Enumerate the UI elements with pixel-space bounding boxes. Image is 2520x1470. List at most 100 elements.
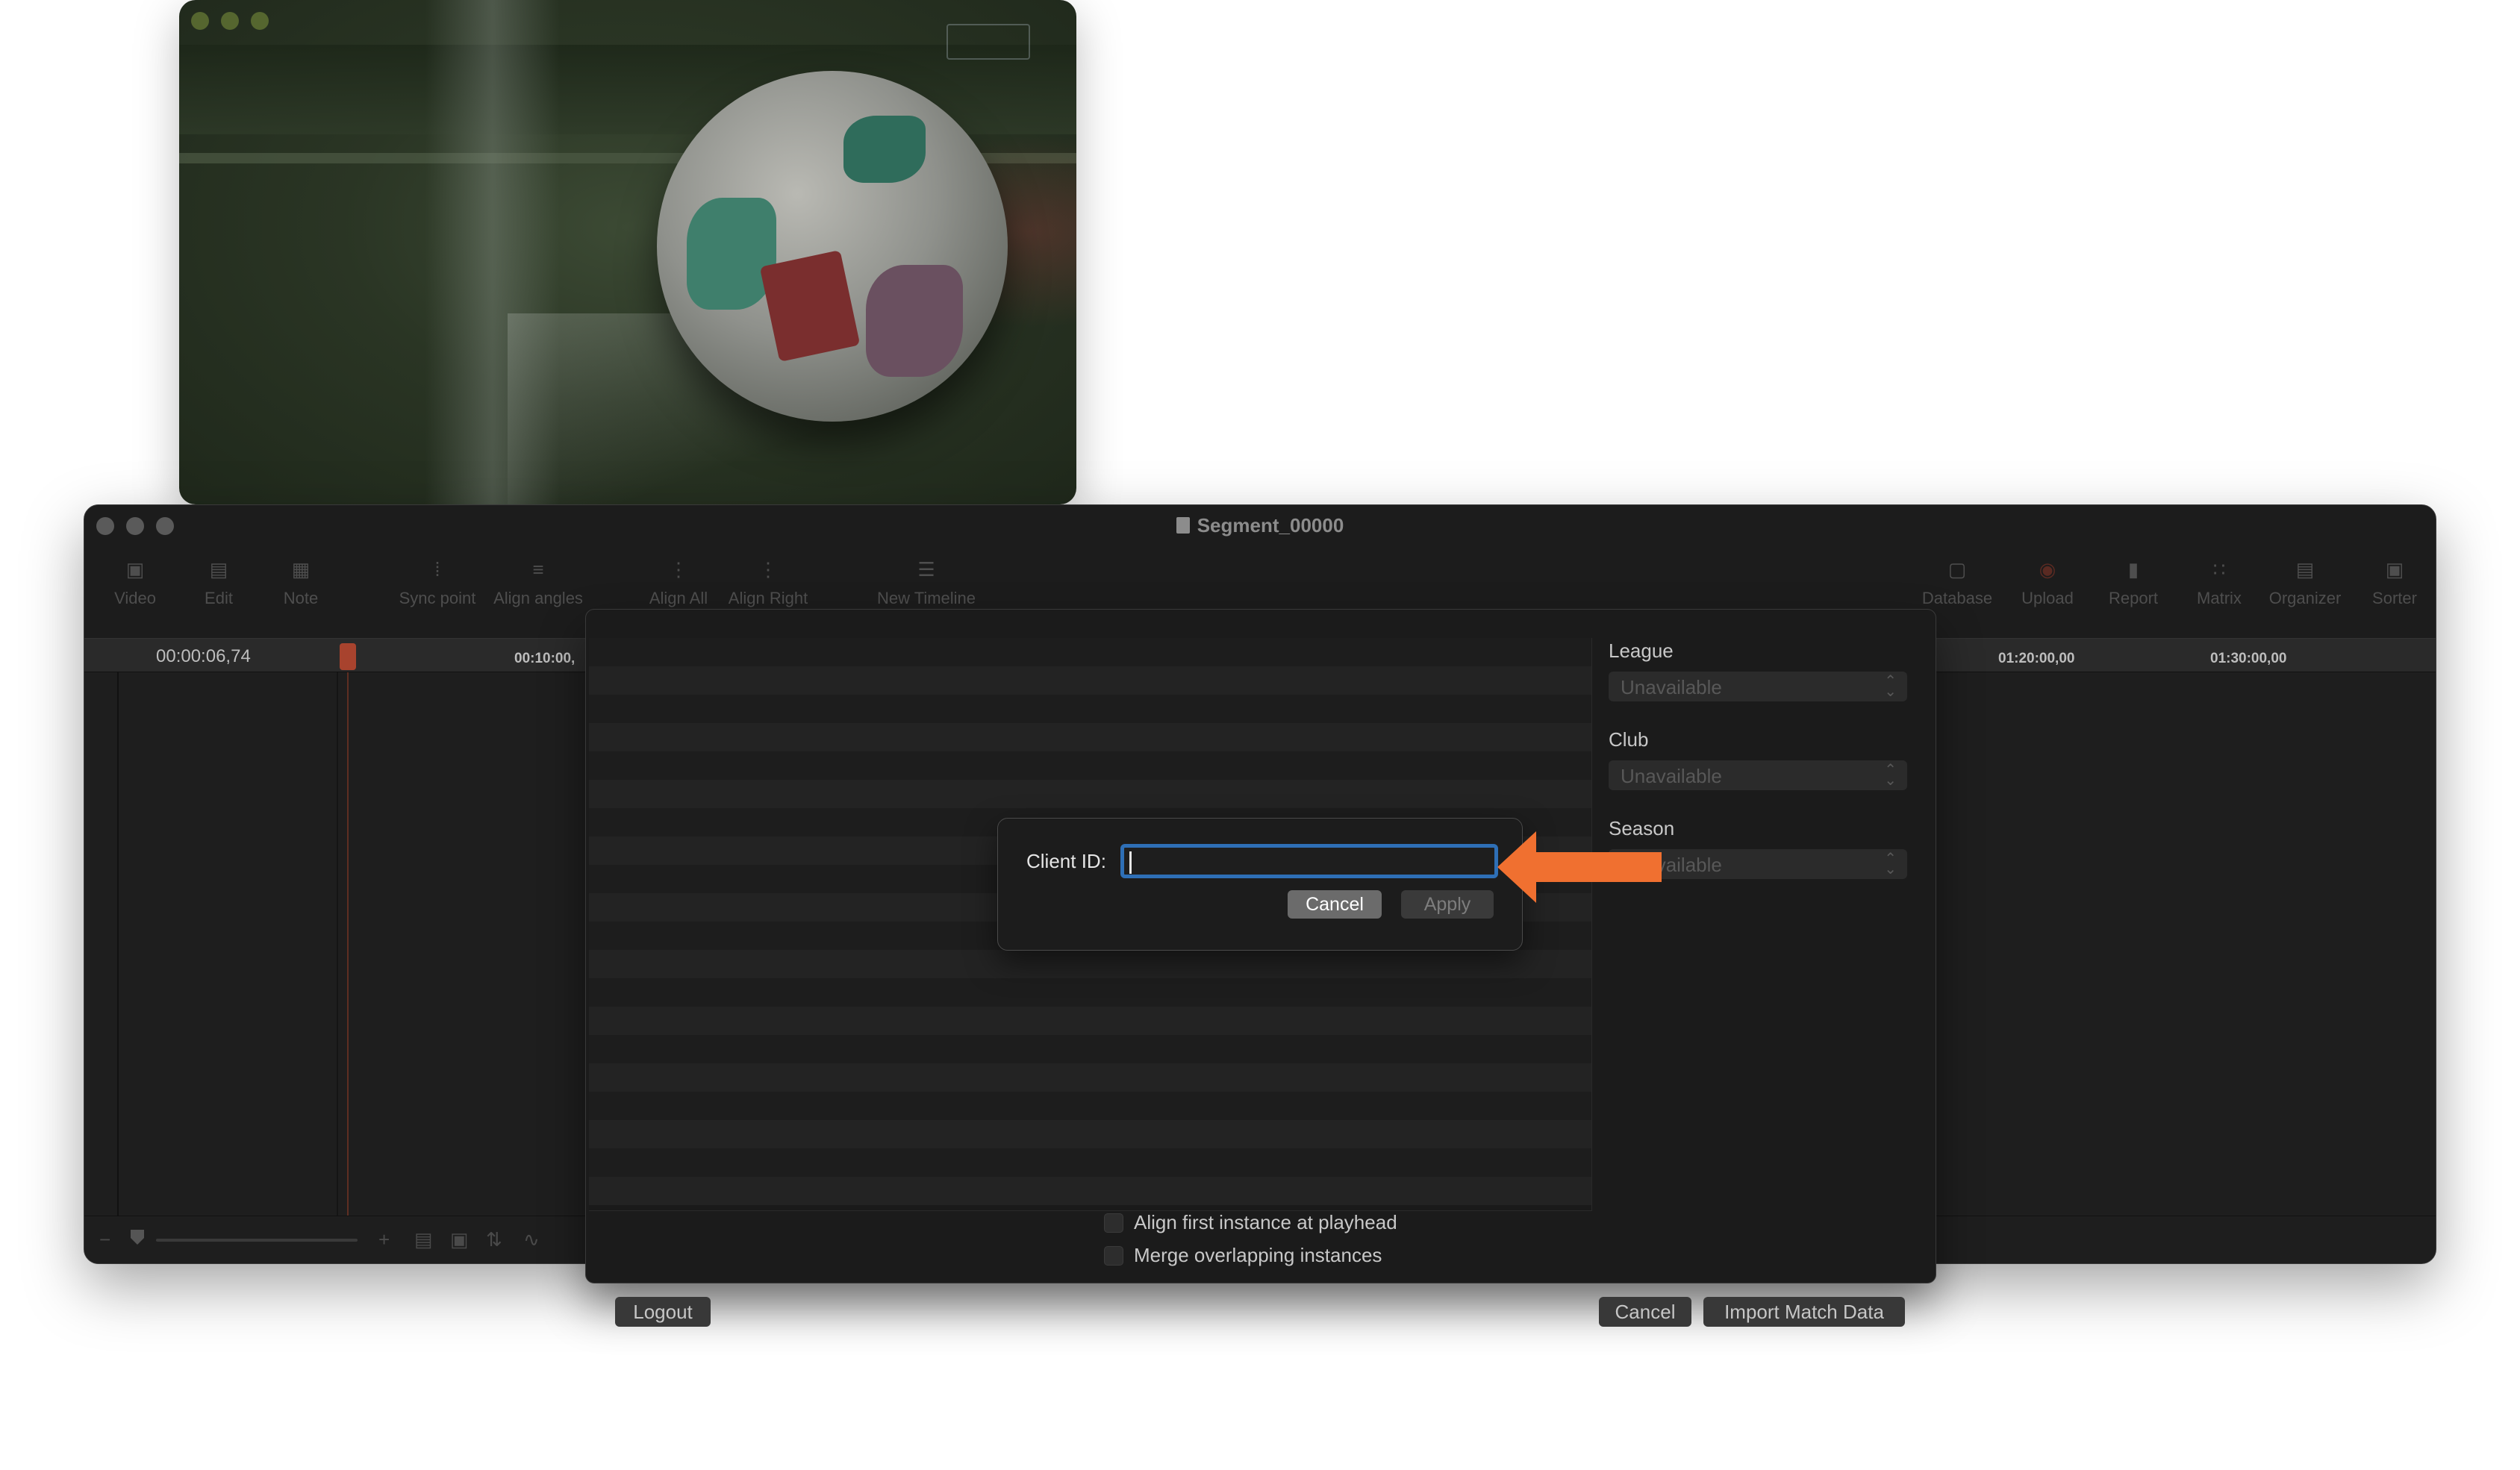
database-icon: ▢ <box>1947 558 1967 581</box>
toolbar-report-button[interactable]: ▮ Report <box>2100 559 2167 608</box>
list-row[interactable] <box>589 723 1591 751</box>
zoom-out-icon[interactable]: − <box>99 1228 110 1251</box>
toolbar-new-timeline-button[interactable]: ☰ New Timeline <box>867 559 986 608</box>
toolbar-sorter-button[interactable]: ▣ Sorter <box>2361 559 2428 608</box>
playhead-line <box>347 672 349 1217</box>
list-row[interactable] <box>589 1063 1591 1092</box>
toolbar-label: Organizer <box>2268 589 2342 607</box>
toolbar-label: Upload <box>2021 589 2074 607</box>
window-title-text: Segment_00000 <box>1197 514 1344 537</box>
toolbar-label: Sorter <box>2372 589 2417 607</box>
list-row[interactable] <box>589 638 1591 666</box>
toolbar-edit-button[interactable]: ▤ Edit <box>189 559 249 608</box>
track-divider <box>117 672 119 1217</box>
upload-icon: ◉ <box>2039 558 2056 581</box>
club-popup[interactable]: Unavailable ⌃ ⌄ <box>1609 760 1907 790</box>
toolbar-align-all-button[interactable]: ⋮ Align All <box>641 559 716 608</box>
close-dot[interactable] <box>191 12 209 30</box>
league-popup[interactable]: Unavailable ⌃ ⌄ <box>1609 672 1907 701</box>
client-id-label: Client ID: <box>1026 850 1106 872</box>
toolbar-label: New Timeline <box>876 589 976 607</box>
list-row[interactable] <box>589 978 1591 1007</box>
toolbar-upload-button[interactable]: ◉ Upload <box>2010 559 2085 608</box>
toolbar-label: Edit <box>205 589 233 607</box>
align-right-icon: ⋮ <box>758 558 778 581</box>
feed-icon[interactable]: ∿ <box>523 1228 540 1251</box>
zoom-dot[interactable] <box>251 12 269 30</box>
ruler-tick-label: 01:20:00,00 <box>1998 651 2075 666</box>
logout-button[interactable]: Logout <box>615 1297 711 1327</box>
current-timecode: 00:00:06,74 <box>156 646 251 666</box>
playhead-handle[interactable] <box>340 643 356 670</box>
document-icon <box>1176 517 1190 534</box>
toolbar-label: Matrix <box>2197 589 2242 607</box>
merge-overlapping-checkbox[interactable] <box>1104 1245 1123 1266</box>
toolbar-label: Align All <box>649 589 708 607</box>
title-bar: Segment_00000 <box>84 505 2436 544</box>
toolbar-label: Align Right <box>728 589 808 607</box>
annotation-arrow-icon <box>1497 831 1662 903</box>
ball-logo <box>759 249 861 363</box>
report-icon: ▮ <box>2127 558 2139 581</box>
video-window-controls <box>191 12 269 30</box>
minimize-dot[interactable] <box>221 12 239 30</box>
list-row[interactable] <box>589 751 1591 780</box>
new-timeline-icon: ☰ <box>917 558 935 581</box>
list-row[interactable] <box>589 695 1591 723</box>
updown-chevron-icon: ⌃ ⌄ <box>1884 851 1897 878</box>
list-row[interactable] <box>589 1092 1591 1120</box>
text-cursor <box>1129 851 1132 874</box>
toolbar-label: Sync point <box>399 589 476 607</box>
toolbar-sync-point-button[interactable]: ⁞ Sync point <box>389 559 486 608</box>
list-row[interactable] <box>589 950 1591 978</box>
toolbar-align-angles-button[interactable]: ≡ Align angles <box>486 559 590 608</box>
dialog-apply-button[interactable]: Apply <box>1401 890 1494 919</box>
club-value: Unavailable <box>1621 765 1722 787</box>
list-row[interactable] <box>589 666 1591 695</box>
edit-icon: ▤ <box>209 558 228 581</box>
merge-overlapping-label: Merge overlapping instances <box>1134 1244 1382 1266</box>
client-id-input[interactable] <box>1120 844 1498 878</box>
league-value: Unavailable <box>1621 676 1722 698</box>
zoom-slider-knob[interactable] <box>131 1230 144 1245</box>
sorter-icon: ▣ <box>2385 558 2404 581</box>
expand-tracks-icon[interactable]: ▣ <box>450 1228 469 1251</box>
list-row[interactable] <box>589 1177 1591 1205</box>
toolbar-matrix-button[interactable]: ∷ Matrix <box>2189 559 2249 608</box>
list-row[interactable] <box>589 1120 1591 1148</box>
collapse-tracks-icon[interactable]: ▤ <box>414 1228 433 1251</box>
zoom-slider[interactable] <box>156 1239 358 1242</box>
toolbar-organizer-button[interactable]: ▤ Organizer <box>2264 559 2346 608</box>
toolbar-note-button[interactable]: ▦ Note <box>271 559 331 608</box>
updown-chevron-icon: ⌃ ⌄ <box>1884 673 1897 700</box>
toolbar-video-button[interactable]: ▣ Video <box>99 559 171 608</box>
list-row[interactable] <box>589 780 1591 808</box>
broadcaster-logo <box>946 24 1030 60</box>
toolbar-align-right-button[interactable]: ⋮ Align Right <box>723 559 813 608</box>
ball-patch <box>687 198 776 310</box>
window-title: Segment_00000 <box>84 514 2436 537</box>
club-label: Club <box>1609 728 1649 751</box>
ball-patch <box>866 265 963 377</box>
list-row[interactable] <box>589 1007 1591 1035</box>
track-divider <box>337 672 338 1217</box>
updown-chevron-icon: ⌃ ⌄ <box>1884 762 1897 789</box>
list-row[interactable] <box>589 1035 1591 1063</box>
toolbar-label: Note <box>283 589 319 607</box>
toolbar-label: Database <box>1921 589 1993 607</box>
cancel-import-button[interactable]: Cancel <box>1599 1297 1691 1327</box>
merge-overlapping-option[interactable]: Merge overlapping instances <box>1104 1244 1382 1267</box>
note-icon: ▦ <box>291 558 311 581</box>
align-first-instance-checkbox[interactable] <box>1104 1213 1123 1233</box>
client-id-dialog: Client ID: Cancel Apply <box>997 818 1523 951</box>
ruler-tick-label: 00:10:00, <box>514 651 576 666</box>
import-match-data-button[interactable]: Import Match Data <box>1703 1297 1905 1327</box>
align-all-icon: ⋮ <box>669 558 688 581</box>
zoom-in-icon[interactable]: + <box>378 1228 390 1251</box>
sort-icon[interactable]: ⇅ <box>486 1228 502 1251</box>
dialog-cancel-button[interactable]: Cancel <box>1288 890 1382 919</box>
toolbar-label: Align angles <box>493 589 583 607</box>
list-row[interactable] <box>589 1148 1591 1177</box>
align-first-instance-option[interactable]: Align first instance at playhead <box>1104 1211 1397 1234</box>
toolbar-database-button[interactable]: ▢ Database <box>1916 559 1998 608</box>
